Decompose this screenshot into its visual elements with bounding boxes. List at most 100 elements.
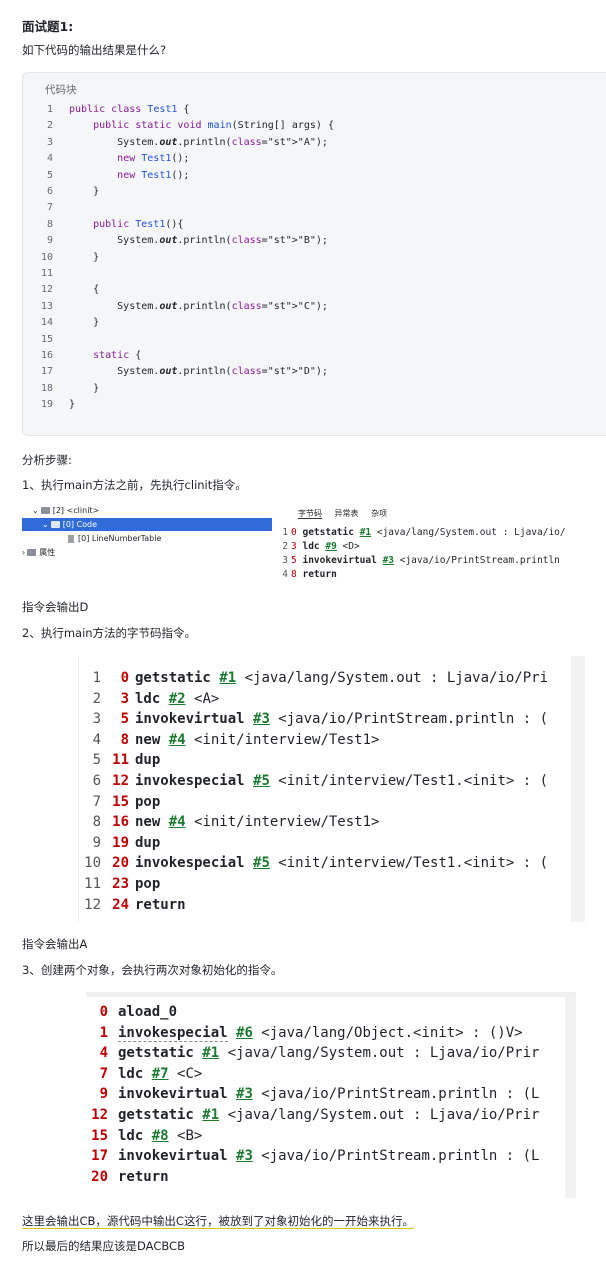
- code-line: 17 System.out.println(class="st">"D");: [23, 364, 328, 380]
- code-line: 5 new Test1();: [23, 168, 189, 184]
- code-text: }: [69, 251, 100, 263]
- tab-bytecode[interactable]: 字节码: [298, 509, 322, 519]
- bytecode-line: 35 invokevirtual #3 <java/io/PrintStream…: [282, 555, 560, 566]
- code-text: {: [69, 284, 100, 296]
- line-number: 6: [46, 186, 53, 197]
- line-number: 16: [40, 350, 53, 361]
- code-text: }: [69, 317, 100, 329]
- bytecode-line: 7 15 pop: [92, 793, 161, 810]
- code-line: 12 {: [23, 282, 99, 298]
- vertical-scrollbar[interactable]: [565, 997, 576, 1198]
- bytecode-line: 4 8 new #4 <init/interview/Test1>: [92, 731, 380, 748]
- main-bytecode-panel: 1 0 getstatic #1 <java/lang/System.out : L…: [78, 656, 585, 922]
- line-number: 8: [46, 218, 53, 230]
- code-line: 1 public class Test1 {: [23, 102, 189, 118]
- line-number: 2: [46, 120, 53, 132]
- code-text: System.out.println(class="st">"C");: [69, 300, 328, 312]
- bytecode-line: 1 invokespecial #6 <java/lang/Object.<ini…: [99, 1024, 523, 1042]
- line-number: 14: [40, 317, 53, 329]
- code-text: System.out.println(class="st">"D");: [69, 366, 328, 378]
- bytecode-line: 9 invokevirtual #3 <java/io/PrintStream.p…: [99, 1086, 540, 1103]
- bytecode-line: 8 16 new #4 <init/interview/Test1>: [92, 814, 380, 831]
- bytecode-line: 15 ldc #8 <B>: [91, 1127, 203, 1144]
- bytecode-tabs: 字节码 异常表 杂项: [298, 508, 397, 519]
- code-text: }: [69, 399, 76, 411]
- conclusion-text: 所以最后的结果应该是DACBCB: [22, 1239, 185, 1253]
- chevron-down-icon: ⌄: [32, 506, 39, 515]
- code-text: static {: [93, 350, 142, 361]
- bytecode-line: 11 23 pop: [84, 876, 161, 892]
- code-text: public Test1(){: [93, 218, 184, 230]
- line-number: 4: [46, 153, 53, 165]
- explanation-text: 这里会输出CB，源代码中输出C这行，被放到了对象初始化的一开始来执行。: [22, 1214, 414, 1229]
- output-a-text: 指令会输出A: [22, 937, 88, 951]
- bytecode-line: 5 11 dup: [92, 752, 161, 769]
- bytecode-line: 10 20 invokespecial #5 <init/interview/Tes…: [84, 855, 549, 872]
- line-number: 10: [40, 251, 53, 263]
- tree-item-attributes[interactable]: › 属性: [22, 546, 55, 559]
- code-line: 4 new Test1();: [23, 151, 189, 167]
- line-number: 13: [40, 300, 53, 312]
- code-line: 8 public Test1(){: [23, 217, 183, 233]
- folder-icon: [27, 549, 37, 556]
- line-number: 9: [46, 235, 53, 247]
- page-title: 面试题1:: [22, 19, 74, 34]
- code-text: System.out.println(class="st">"B");: [69, 235, 328, 247]
- line-number: 18: [40, 382, 53, 394]
- code-text: }: [69, 382, 100, 394]
- bytecode-line: 48 return: [282, 569, 337, 580]
- code-text: new Test1();: [117, 153, 190, 165]
- bytecode-line: 7 ldc #7 <C>: [99, 1065, 203, 1082]
- tab-exception-table[interactable]: 异常表: [335, 509, 359, 518]
- line-number: 7: [46, 202, 53, 214]
- folder-icon: [40, 507, 50, 514]
- line-number: 15: [40, 333, 53, 345]
- code-block: 代码块 1 public class Test1 {2 public static…: [22, 72, 606, 436]
- step1-text: 1、执行main方法之前，先执行clinit指令。: [22, 478, 247, 492]
- bytecode-line: 9 19 dup: [92, 834, 161, 851]
- tree-item-code[interactable]: ⌄ [0] Code: [22, 518, 273, 531]
- bytecode-line: 3 5 invokevirtual #3 <java/io/PrintStream.…: [92, 711, 549, 728]
- tree-item-clinit[interactable]: ⌄ [2] <clinit>: [32, 504, 99, 517]
- code-text: }: [69, 186, 100, 197]
- code-line: 6 }: [23, 184, 99, 200]
- code-line: 9 System.out.println(class="st">"B");: [23, 233, 328, 249]
- code-line: 19}: [23, 397, 75, 413]
- bytecode-line: 4 getstatic #1 <java/lang/System.out : Lj…: [99, 1045, 540, 1062]
- code-line: 16 static {: [23, 348, 141, 364]
- code-text: new Test1();: [117, 169, 190, 181]
- code-line: 18 }: [23, 381, 99, 397]
- bytecode-line: 1 0 getstatic #1 <java/lang/System.out : L…: [92, 670, 549, 686]
- chevron-down-icon: ⌄: [42, 520, 49, 529]
- vertical-scrollbar[interactable]: [571, 656, 585, 922]
- bytecode-line: 0 aload_0: [99, 1004, 178, 1020]
- code-line: 15: [23, 332, 53, 348]
- code-line: 2 public static void main(String[] args)…: [23, 118, 334, 134]
- init-bytecode-panel: 0 aload_0 1 invokespecial #6 <java/lang/Obj…: [86, 992, 576, 1198]
- bytecode-line: 2 3 ldc #2 <A>: [92, 690, 220, 707]
- class-tree: ⌄ [2] <clinit> ⌄ [0] Code [0] LineNumberTa…: [22, 504, 273, 564]
- clinit-bytecode-panel: 字节码 异常表 杂项 10 getstatic #1 <java/lang/Sy…: [272, 504, 606, 584]
- line-number: 1: [46, 104, 53, 115]
- code-text: public static void main(String[] args) {: [93, 120, 334, 132]
- line-number: 5: [46, 169, 53, 181]
- output-d-text: 指令会输出D: [22, 600, 89, 614]
- line-number: 17: [40, 366, 53, 378]
- analysis-label: 分析步骤:: [22, 453, 72, 467]
- code-line: 11: [23, 266, 53, 282]
- code-line: 13 System.out.println(class="st">"C");: [23, 299, 328, 315]
- code-line: 14 }: [23, 315, 99, 331]
- tab-misc[interactable]: 杂项: [371, 509, 387, 518]
- bytecode-line: 20 return: [91, 1168, 169, 1185]
- bytecode-line: 17 invokevirtual #3 <java/io/PrintStream.…: [91, 1148, 540, 1165]
- code-text: System.out.println(class="st">"A");: [69, 136, 328, 148]
- code-line: 10 }: [23, 250, 99, 266]
- tree-item-linenumbertable[interactable]: [0] LineNumberTable: [68, 532, 161, 545]
- bytecode-line: 10 getstatic #1 <java/lang/System.out : …: [282, 527, 566, 538]
- file-icon: [68, 534, 74, 543]
- code-line: 7: [23, 200, 53, 216]
- line-number: 19: [40, 399, 53, 411]
- line-number: 11: [40, 268, 53, 279]
- folder-icon: [50, 521, 60, 528]
- chevron-right-icon: ›: [22, 548, 26, 557]
